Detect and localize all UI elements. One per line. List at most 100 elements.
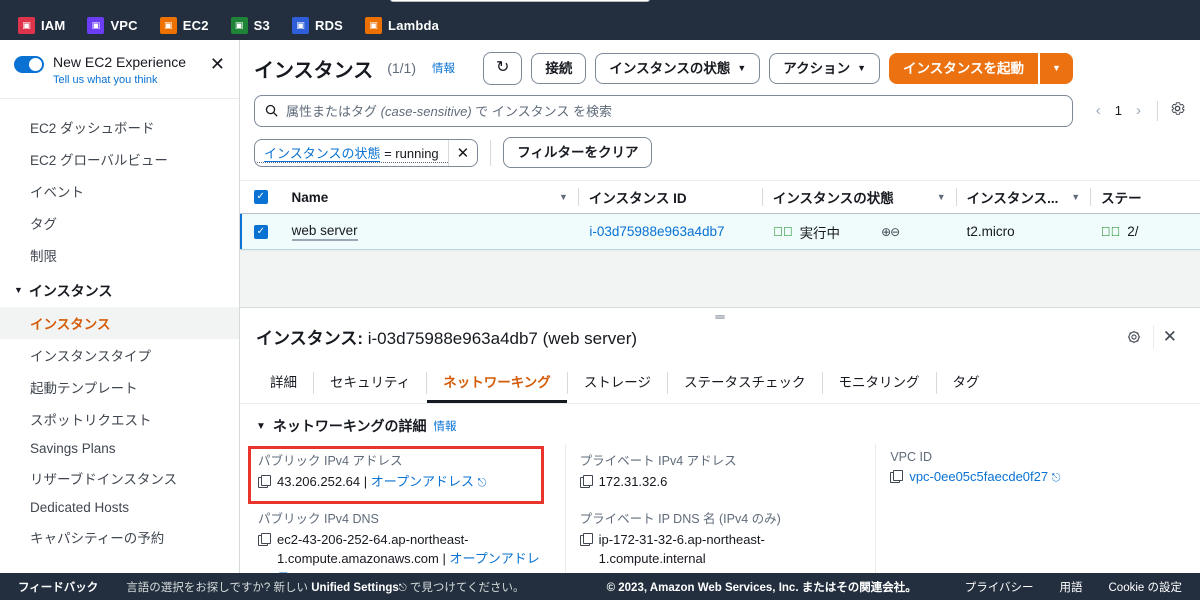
copy-icon[interactable] (890, 470, 904, 484)
service-link-iam[interactable]: ▣ IAM (18, 17, 65, 34)
filter-token-text: インスタンスの状態 = running (255, 143, 448, 163)
instances-table: ✓ Name ▼ インスタンス ID インスタンスの状態 ▼ インスタンス...… (240, 180, 1200, 251)
service-link-lambda[interactable]: ▣ Lambda (365, 17, 439, 34)
copy-icon[interactable] (579, 475, 593, 489)
gear-icon[interactable] (1117, 325, 1151, 349)
service-link-ec2[interactable]: ▣ EC2 (159, 17, 209, 34)
privacy-link[interactable]: プライバシー (965, 579, 1034, 595)
cookie-preferences-link[interactable]: Cookie の設定 (1109, 579, 1183, 595)
sidebar-item-label: EC2 ダッシュボード (30, 120, 155, 136)
tab-4[interactable]: ステータスチェック (668, 363, 822, 403)
sidebar-item-起動テンプレート[interactable]: 起動テンプレート (0, 371, 239, 403)
column-header-instance-type[interactable]: インスタンス... ▼ (957, 187, 1091, 207)
sidebar-item-インスタンス[interactable]: インスタンス (0, 306, 239, 339)
prev-page-button[interactable]: ‹ (1091, 102, 1106, 119)
terms-link[interactable]: 用語 (1060, 579, 1083, 595)
sidebar-item-インスタンスタイプ[interactable]: インスタンスタイプ (0, 339, 239, 371)
tab-label: セキュリティ (330, 375, 411, 391)
service-label: RDS (314, 18, 344, 33)
sidebar-item-キャパシティーの予約[interactable]: キャパシティーの予約 (0, 521, 239, 553)
tab-label: ストレージ (583, 375, 652, 391)
instance-count: (1/1) (387, 60, 416, 77)
footer-message-c: で見つけてください。 (406, 581, 525, 594)
connect-button[interactable]: 接続 (531, 52, 587, 85)
divider (1157, 100, 1158, 121)
sidebar-item-dedicated-hosts[interactable]: Dedicated Hosts (0, 494, 239, 521)
column-header-instance-id[interactable]: インスタンス ID (579, 187, 762, 207)
search-input[interactable]: 属性またはタグ (case-sensitive) で インスタンス を検索 (254, 94, 1073, 127)
column-header-name[interactable]: Name ▼ (281, 190, 577, 205)
instance-details-panel: ═ インスタンス: i-03d75988e963a4db7 (web serve… (240, 307, 1200, 573)
tab-6[interactable]: タグ (937, 363, 996, 403)
sidebar-item-ec2-ダッシュボード[interactable]: EC2 ダッシュボード (0, 111, 239, 143)
row-checkbox[interactable]: ✓ (253, 224, 268, 239)
close-icon[interactable]: ✕ (1152, 324, 1186, 349)
row-select-cell: ✓ (240, 224, 282, 239)
tab-label: ステータスチェック (684, 375, 806, 391)
instance-state-button[interactable]: インスタンスの状態 ▼ (595, 52, 761, 85)
gear-icon[interactable] (1169, 100, 1186, 122)
new-experience-toggle[interactable] (14, 56, 44, 73)
info-link[interactable]: 情報 (432, 60, 455, 76)
remove-filter-icon[interactable]: ✕ (447, 139, 478, 166)
info-link[interactable]: 情報 (434, 418, 457, 434)
sidebar-nav: EC2 ダッシュボード EC2 グローバルビューイベントタグ 制限 ▼ インスタンス… (0, 99, 239, 553)
instance-type-value: t2.micro (966, 224, 1015, 240)
actions-button[interactable]: アクション ▼ (769, 52, 881, 85)
feedback-link[interactable]: フィードバック (18, 579, 98, 595)
networking-column-1: パブリック IPv4 アドレス 43.206.252.64 | オープンアドレス… (254, 444, 565, 573)
details-tabs: 詳細 セキュリティ ネットワーキング ストレージ ステータスチェック モニタリング タグ (240, 363, 1200, 405)
unified-settings-link[interactable]: Unified Settings (311, 582, 399, 594)
copy-icon[interactable] (258, 475, 271, 489)
close-icon[interactable]: ✕ (206, 54, 229, 74)
refresh-button[interactable]: ↻ (483, 52, 523, 85)
tab-3[interactable]: ストレージ (568, 363, 667, 403)
column-header-instance-state[interactable]: インスタンスの状態 ▼ (763, 187, 956, 207)
instance-name[interactable]: web server (291, 223, 358, 241)
sidebar-item-スポットリクエスト[interactable]: スポットリクエスト (0, 403, 239, 435)
sidebar-item-イベント[interactable]: イベント (0, 175, 239, 207)
sidebar-item-ec2-グローバルビュー[interactable]: EC2 グローバルビュー (0, 143, 239, 175)
tab-0[interactable]: 詳細 (254, 363, 313, 403)
sidebar-item-label: イベント (30, 184, 84, 200)
instance-id-link[interactable]: i-03d75988e963a4db7 (589, 224, 724, 239)
table-row[interactable]: ✓ web server i-03d75988e963a4db7 ✔⃝ 実行中 … (240, 214, 1200, 251)
resize-handle[interactable]: ═ (715, 310, 724, 323)
aws-ec2-console: ▣ IAM ▣ VPC ▣ EC2 ▣ S3 ▣ RDS ▣ Lambda New EC2 Exper… (0, 0, 1200, 600)
sidebar-item-制限[interactable]: 制限 (0, 239, 239, 271)
field-private-ip-dns-name: プライベート IP DNS 名 (IPv4 のみ) ip-172-31-32-6… (566, 502, 876, 573)
tab-2[interactable]: ネットワーキング (427, 363, 567, 404)
column-label: インスタンス ID (588, 191, 687, 207)
clear-filters-label: フィルターをクリア (517, 144, 639, 160)
column-header-status-check[interactable]: ステー (1091, 187, 1200, 207)
sort-icon[interactable]: ▼ (559, 192, 568, 202)
clear-filters-button[interactable]: フィルターをクリア (503, 136, 653, 169)
service-link-vpc[interactable]: ▣ VPC (87, 17, 138, 34)
sort-icon[interactable]: ▼ (937, 192, 946, 202)
select-all-checkbox[interactable]: ✓ (253, 190, 268, 205)
copy-icon[interactable] (258, 533, 271, 547)
service-link-s3[interactable]: ▣ S3 (230, 17, 270, 34)
launch-instance-dropdown-button[interactable]: ▼ (1040, 52, 1073, 85)
sidebar-item-タグ[interactable]: タグ (0, 207, 239, 239)
page-number[interactable]: 1 (1112, 103, 1125, 118)
sidebar-item-リザーブドインスタンス[interactable]: リザーブドインスタンス (0, 462, 239, 494)
zoom-in-out-icon[interactable]: ⊕⊖ (881, 225, 900, 239)
sort-icon[interactable]: ▼ (1071, 192, 1080, 202)
open-address-link[interactable]: オープンアドレス (371, 474, 474, 489)
column-label: インスタンスの状態 (772, 191, 894, 207)
next-page-button[interactable]: › (1131, 102, 1146, 119)
launch-instance-button[interactable]: インスタンスを起動 (889, 52, 1039, 85)
networking-details-section-header[interactable]: ▼ ネットワーキングの詳細 情報 (240, 404, 1200, 444)
field-value: 172.31.32.6 (579, 473, 862, 492)
new-experience-banner: New EC2 Experience Tell us what you thin… (0, 40, 239, 99)
tab-1[interactable]: セキュリティ (314, 363, 426, 403)
sidebar-group-instances[interactable]: ▼ インスタンス (0, 271, 239, 307)
copy-icon[interactable] (579, 533, 593, 547)
vpc-id-link[interactable]: vpc-0ee05c5faecde0f27 (909, 469, 1048, 484)
sidebar-item-savings-plans[interactable]: Savings Plans (0, 435, 239, 462)
column-label: Name (291, 189, 329, 205)
tab-5[interactable]: モニタリング (823, 363, 936, 403)
service-link-rds[interactable]: ▣ RDS (291, 17, 344, 34)
new-experience-feedback-link[interactable]: Tell us what you think (53, 74, 206, 86)
